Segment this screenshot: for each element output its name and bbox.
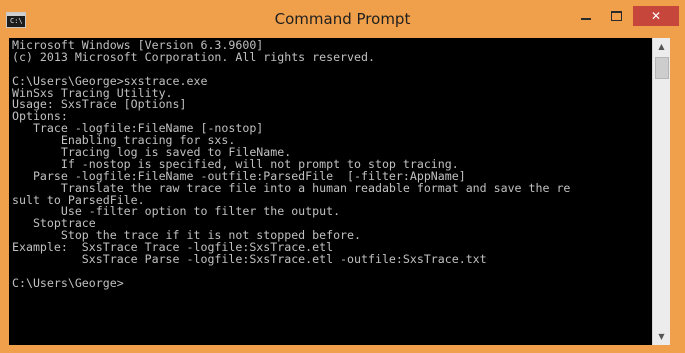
vertical-scrollbar[interactable]: ▲ ▼ <box>652 38 670 345</box>
maximize-icon <box>610 11 622 21</box>
minimize-icon <box>581 18 591 20</box>
console-output[interactable]: Microsoft Windows [Version 6.3.9600] (c) … <box>9 38 652 345</box>
console-line: Use -filter option to filter the output. <box>12 204 341 219</box>
window-right-border <box>670 38 685 353</box>
console-line: SxsTrace Parse -logfile:SxsTrace.etl -ou… <box>12 252 487 267</box>
scroll-up-arrow-icon[interactable]: ▲ <box>653 38 670 55</box>
console-line: Usage: SxsTrace [Options] <box>12 97 187 112</box>
close-button[interactable]: ✕ <box>633 6 679 26</box>
console-text: Microsoft Windows [Version 6.3.9600] (c) … <box>9 38 652 290</box>
window-bottom-border <box>0 345 685 353</box>
maximize-button[interactable] <box>603 6 629 26</box>
scroll-thumb[interactable] <box>655 57 669 79</box>
window-controls: ✕ <box>569 6 679 26</box>
console-line: C:\Users\George> <box>12 275 124 290</box>
title-bar[interactable]: C:\ Command Prompt ✕ <box>0 0 685 38</box>
console-line: (c) 2013 Microsoft Corporation. All righ… <box>12 49 375 64</box>
scroll-down-arrow-icon[interactable]: ▼ <box>653 328 670 345</box>
minimize-button[interactable] <box>573 6 599 26</box>
close-icon: ✕ <box>650 9 662 23</box>
command-prompt-window: C:\ Command Prompt ✕ Microsoft Windows [… <box>0 0 685 353</box>
